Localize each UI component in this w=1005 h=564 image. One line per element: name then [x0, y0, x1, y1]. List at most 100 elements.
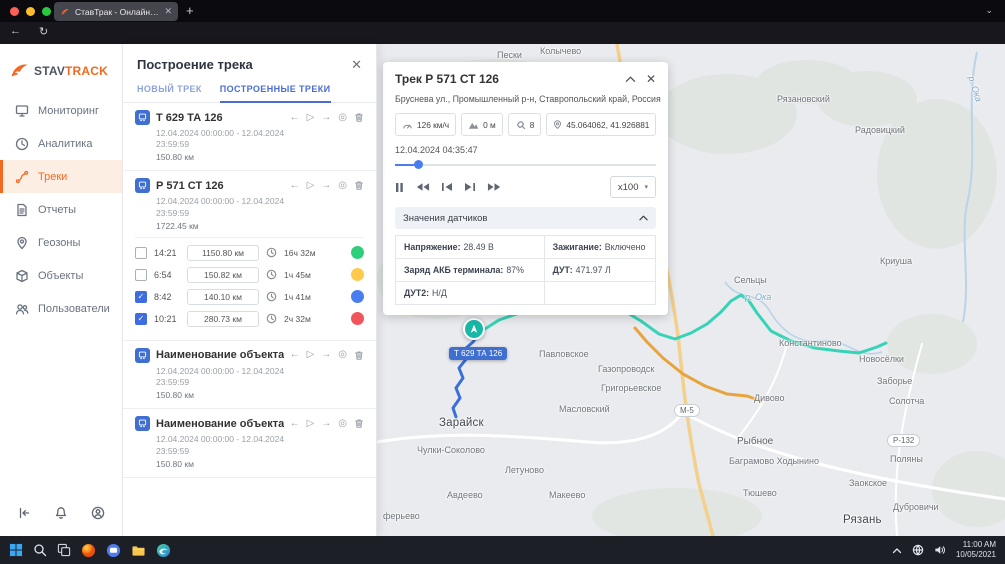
track-locate-icon[interactable]: ◎ [338, 419, 347, 429]
volume-icon[interactable] [934, 544, 946, 556]
track-prev-icon[interactable]: ← [290, 181, 300, 191]
tab-close-icon[interactable]: ✕ [164, 7, 172, 16]
task-view-button[interactable] [57, 543, 71, 557]
new-tab-button[interactable]: + [186, 3, 194, 18]
track-list-item[interactable]: Наименование объекта ← ▷ → ◎ 12.04.2024 … [123, 409, 376, 477]
search-button[interactable] [33, 543, 47, 557]
playback-slider[interactable] [395, 160, 656, 169]
playback-speed-select[interactable]: x100 ▾ [610, 176, 656, 198]
playback-timestamp: 12.04.2024 04:35:47 [395, 145, 656, 155]
segment-checkbox[interactable] [135, 313, 147, 325]
clock-icon [266, 313, 277, 324]
map-label: Дивово [754, 393, 785, 403]
map-label: Заборье [877, 376, 912, 386]
track-list-item[interactable]: Наименование объекта ← ▷ → ◎ 12.04.2024 … [123, 341, 376, 409]
track-period: 12.04.2024 00:00:00 - 12.04.2024 23:59:5… [156, 366, 301, 388]
track-next-icon[interactable]: → [321, 181, 331, 191]
sidebar-item-label: Аналитика [38, 138, 92, 150]
segment-checkbox[interactable] [135, 291, 147, 303]
track-play-icon[interactable]: ▷ [307, 113, 315, 123]
sensor-cell: ДУТ2:Н/Д [396, 282, 544, 304]
track-play-icon[interactable]: ▷ [307, 419, 315, 429]
sidebar-item-geozones[interactable]: Геозоны [0, 226, 122, 259]
clock-icon [266, 291, 277, 302]
step-forward-button[interactable] [464, 182, 476, 192]
track-actions: ← ▷ → ◎ [290, 112, 364, 123]
file-explorer-icon[interactable] [131, 544, 146, 557]
close-card-icon[interactable]: ✕ [646, 73, 656, 85]
collapse-card-chevron-icon[interactable] [625, 75, 636, 83]
track-next-icon[interactable]: → [321, 350, 331, 360]
track-prev-icon[interactable]: ← [290, 113, 300, 123]
vehicle-marker[interactable] [463, 318, 485, 340]
map-label: Сельцы [734, 275, 767, 285]
segment-distance: 1150.80 км [187, 245, 259, 261]
reload-button[interactable]: ↻ [39, 25, 48, 38]
chat-taskbar-icon[interactable] [106, 543, 121, 558]
sidebar-item-analytics[interactable]: Аналитика [0, 127, 122, 160]
sidebar-item-reports[interactable]: Отчеты [0, 193, 122, 226]
clock-icon [266, 247, 277, 258]
skip-forward-button[interactable] [487, 182, 502, 192]
close-window-button[interactable] [10, 7, 19, 16]
browser-tab[interactable]: СтавТрак - Онлайн мониторинг ✕ [54, 2, 178, 21]
taskbar-clock[interactable]: 11:00 AM 10/05/2021 [956, 540, 996, 561]
track-locate-icon[interactable]: ◎ [338, 350, 347, 360]
vehicle-label-chip[interactable]: Т 629 ТА 126 [449, 347, 507, 360]
trash-icon[interactable] [354, 418, 364, 429]
sensors-section-header[interactable]: Значения датчиков [395, 207, 656, 229]
track-next-icon[interactable]: → [321, 113, 331, 123]
sidebar-item-tracks[interactable]: Треки [0, 160, 122, 193]
track-list-item[interactable]: Т 629 ТА 126 ← ▷ → ◎ 12.04.2024 00:00:00… [123, 103, 376, 171]
pause-button[interactable] [395, 182, 404, 193]
tray-hidden-icons-chevron[interactable] [892, 547, 902, 554]
sidebar-item-objects[interactable]: Объекты [0, 259, 122, 292]
start-button[interactable] [9, 543, 23, 557]
back-button[interactable]: ← [10, 25, 21, 38]
track-locate-icon[interactable]: ◎ [338, 113, 347, 123]
logo-text: STAVTRACK [34, 64, 108, 78]
track-play-icon[interactable]: ▷ [307, 350, 315, 360]
map-label: Рязань [843, 514, 882, 526]
road-badge: Р-132 [887, 434, 920, 447]
track-locate-icon[interactable]: ◎ [338, 181, 347, 191]
track-list-item[interactable]: Р 571 СТ 126 ← ▷ → ◎ 12.04.2024 00:00:00… [123, 171, 376, 340]
stavtrack-logo[interactable]: STAVTRACK [0, 44, 122, 94]
sidebar-item-users[interactable]: Пользователи [0, 292, 122, 325]
trash-icon[interactable] [354, 350, 364, 361]
track-prev-icon[interactable]: ← [290, 419, 300, 429]
firefox-taskbar-icon[interactable] [81, 543, 96, 558]
maximize-window-button[interactable] [42, 7, 51, 16]
collapse-sidebar-icon[interactable] [17, 506, 31, 520]
network-globe-icon[interactable] [912, 544, 924, 556]
map-label: Масловский [559, 404, 610, 414]
vehicle-icon [135, 110, 150, 125]
segment-distance: 140.10 км [187, 289, 259, 305]
slider-rail[interactable] [395, 164, 656, 166]
track-prev-icon[interactable]: ← [290, 350, 300, 360]
sidebar-item-monitoring[interactable]: Мониторинг [0, 94, 122, 127]
map[interactable]: Колычево Пески Рязановский Радовицкий Кр… [377, 44, 1005, 536]
satellites-stat: 8 [508, 113, 542, 136]
tab-new-track[interactable]: НОВЫЙ ТРЕК [137, 79, 202, 102]
minimize-window-button[interactable] [26, 7, 35, 16]
track-play-icon[interactable]: ▷ [307, 181, 315, 191]
list-tabs-chevron-icon[interactable]: ⌄ [985, 5, 993, 16]
trash-icon[interactable] [354, 112, 364, 123]
track-distance: 150.80 км [156, 152, 364, 162]
bell-icon[interactable] [54, 506, 68, 520]
segment-time: 14:21 [154, 248, 180, 258]
profile-icon[interactable] [91, 506, 105, 520]
step-back-button[interactable] [441, 182, 453, 192]
segment-checkbox[interactable] [135, 269, 147, 281]
edge-taskbar-icon[interactable] [156, 543, 171, 558]
skip-back-button[interactable] [415, 182, 430, 192]
slider-thumb[interactable] [414, 160, 423, 169]
panel-close-icon[interactable]: ✕ [351, 58, 362, 71]
track-next-icon[interactable]: → [321, 419, 331, 429]
segment-checkbox[interactable] [135, 247, 147, 259]
segment-time: 10:21 [154, 314, 180, 324]
segment-duration: 1ч 41м [284, 292, 344, 302]
trash-icon[interactable] [354, 180, 364, 191]
tab-built-tracks[interactable]: ПОСТРОЕННЫЕ ТРЕКИ [220, 79, 331, 103]
